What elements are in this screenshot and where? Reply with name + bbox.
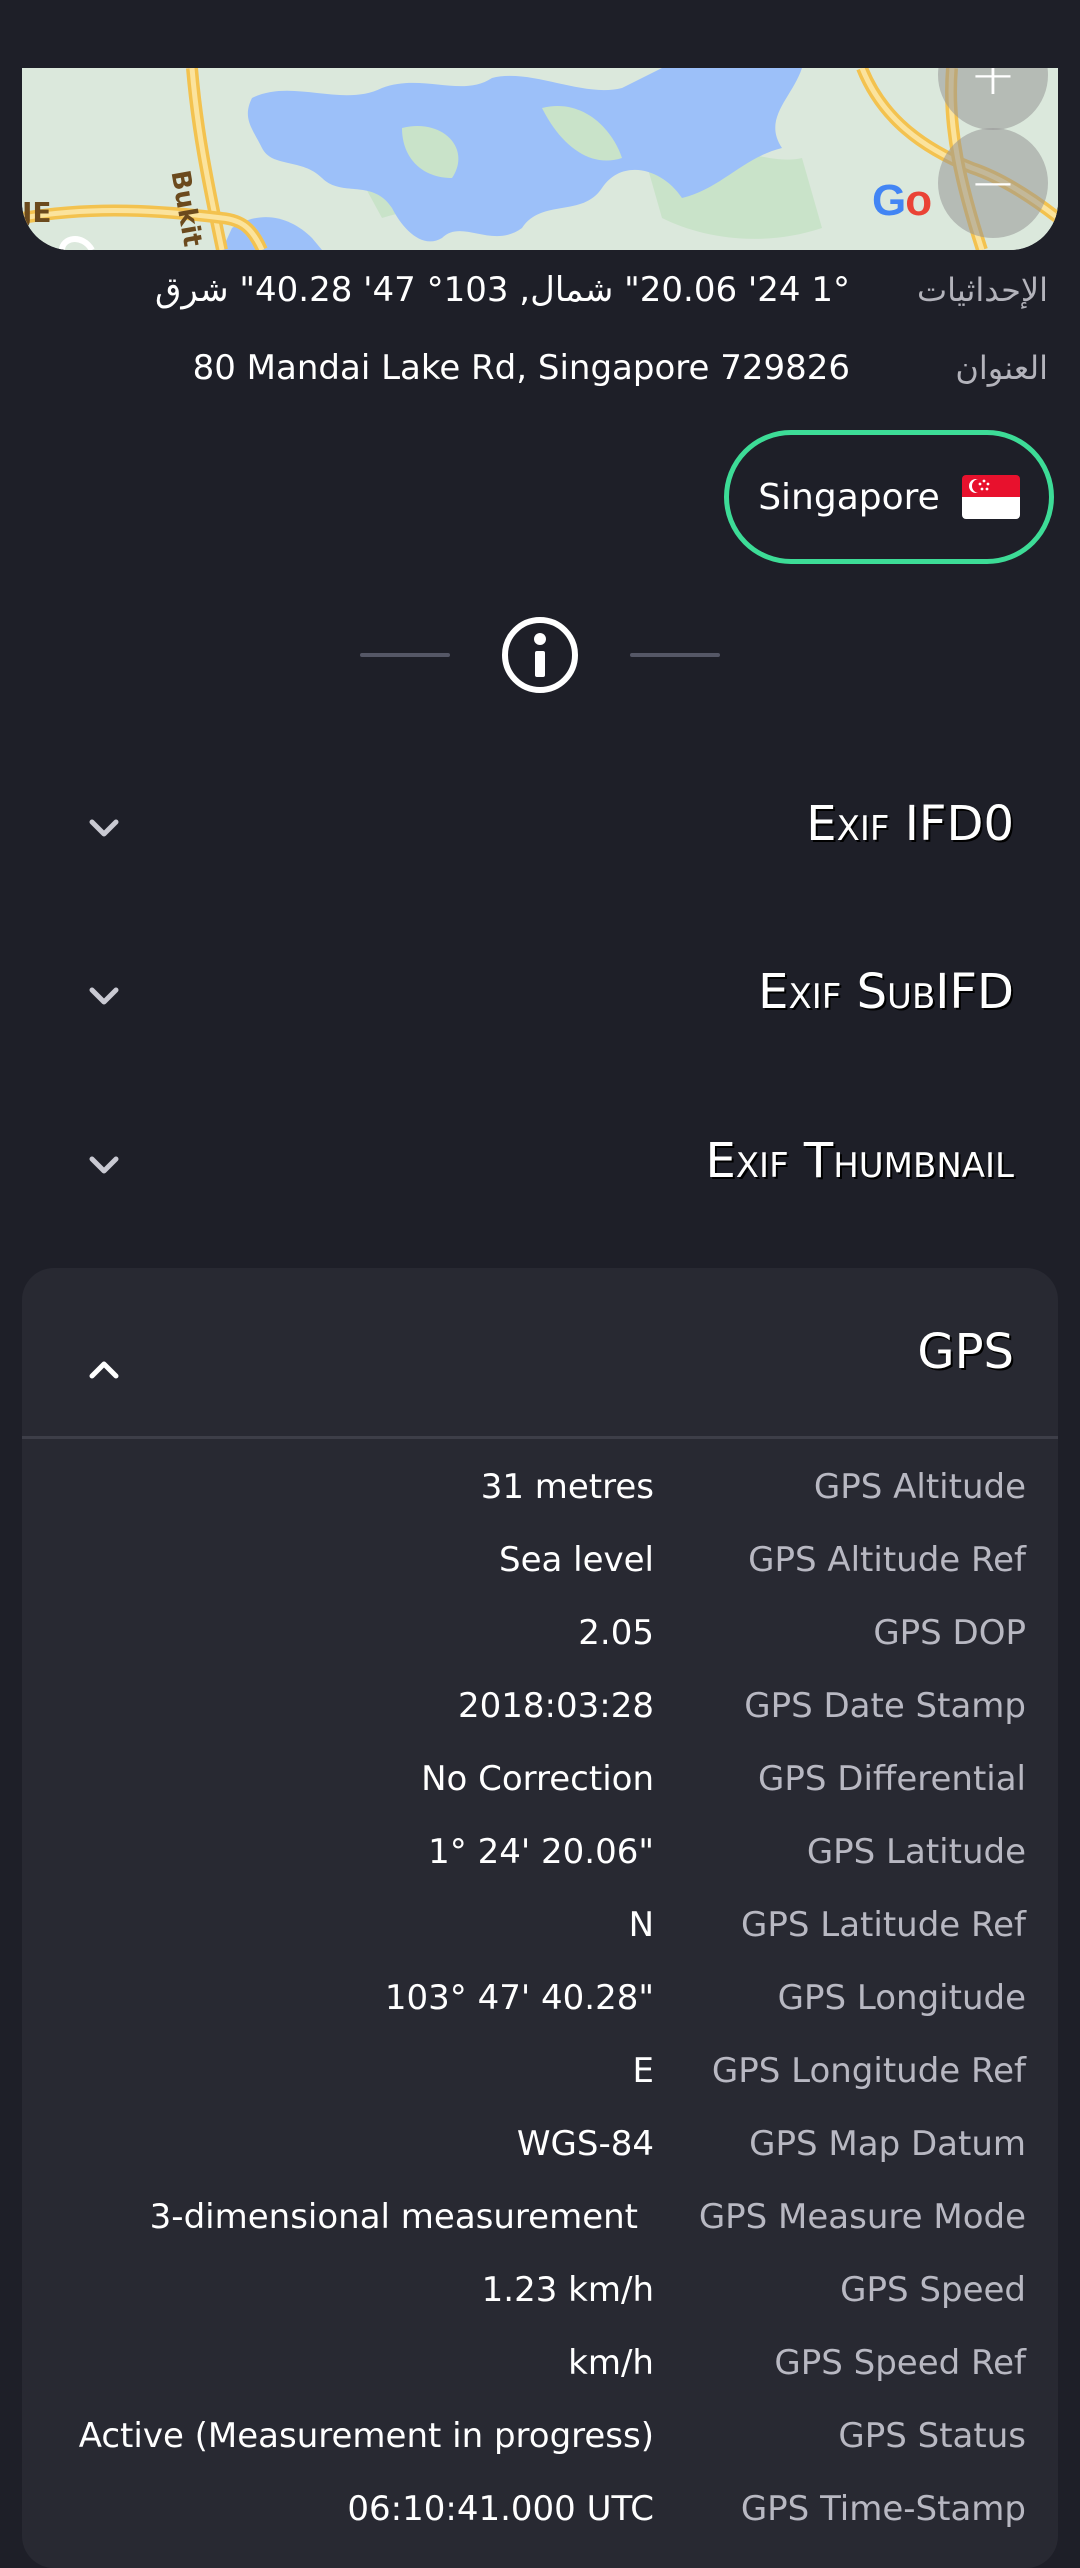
section-title: Exif Thumbnail bbox=[697, 1133, 1022, 1189]
gps-row: GPS Latitude Ref N bbox=[22, 1889, 1058, 1962]
chevron-down-icon bbox=[89, 987, 119, 1005]
gps-key: GPS Longitude bbox=[777, 1978, 1026, 2018]
gps-row: GPS Speed Ref km/h bbox=[22, 2327, 1058, 2400]
gps-key: GPS Speed bbox=[840, 2270, 1026, 2310]
gps-row: GPS Map Datum WGS-84 bbox=[22, 2108, 1058, 2181]
gps-key: GPS Date Stamp bbox=[744, 1686, 1026, 1726]
gps-value[interactable]: 103° 47' 40.28" bbox=[385, 1962, 654, 2035]
gps-row: GPS Time-Stamp 06:10:41.000 UTC bbox=[22, 2473, 1058, 2546]
gps-divider bbox=[22, 1436, 1058, 1439]
gps-row: GPS Date Stamp 2018:03:28 bbox=[22, 1670, 1058, 1743]
gps-value[interactable]: 1° 24' 20.06" bbox=[428, 1816, 654, 1889]
gps-key: GPS Measure Mode bbox=[698, 2197, 1026, 2237]
country-chip[interactable]: Singapore bbox=[724, 430, 1054, 564]
country-name: Singapore bbox=[758, 476, 940, 518]
gps-value[interactable]: No Correction bbox=[421, 1743, 654, 1816]
gps-value[interactable]: 06:10:41.000 UTC bbox=[347, 2473, 654, 2546]
gps-value[interactable]: E bbox=[633, 2035, 654, 2108]
gps-key: GPS Time-Stamp bbox=[740, 2489, 1026, 2529]
gps-key: GPS Status bbox=[838, 2416, 1026, 2456]
chevron-down-icon bbox=[89, 1156, 119, 1174]
gps-row: GPS Speed 1.23 km/h bbox=[22, 2254, 1058, 2327]
location-map[interactable]: Bukit JE Go + − bbox=[22, 68, 1058, 250]
gps-header[interactable]: GPS bbox=[22, 1268, 1058, 1436]
gps-row: GPS Altitude 31 metres bbox=[22, 1451, 1058, 1524]
section-exif-thumbnail[interactable]: Exif Thumbnail bbox=[22, 1083, 1058, 1251]
chevron-down-icon bbox=[89, 819, 119, 837]
gps-row: GPS Altitude Ref Sea level bbox=[22, 1524, 1058, 1597]
gps-key: GPS DOP bbox=[873, 1613, 1026, 1653]
gps-row: GPS DOP 2.05 bbox=[22, 1597, 1058, 1670]
singapore-flag-icon bbox=[961, 475, 1020, 519]
address-row: العنوان 80 Mandai Lake Rd, Singapore 729… bbox=[0, 336, 1080, 400]
zoom-out-button[interactable]: − bbox=[938, 128, 1048, 238]
gps-value[interactable]: 1.23 km/h bbox=[482, 2254, 654, 2327]
gps-row: GPS Latitude 1° 24' 20.06" bbox=[22, 1816, 1058, 1889]
section-title: GPS bbox=[909, 1324, 1022, 1380]
coordinates-label: الإحداثيات bbox=[916, 271, 1048, 309]
gps-value[interactable]: km/h bbox=[568, 2327, 654, 2400]
map-logo: Go bbox=[872, 176, 932, 225]
coordinates-value[interactable]: 1° 24' 20.06" شمال, 103° 47' 40.28" شرق bbox=[155, 258, 850, 322]
gps-value[interactable]: 3-dimensional measurement bbox=[150, 2181, 638, 2254]
address-label: العنوان bbox=[955, 349, 1048, 387]
gps-key: GPS Map Datum bbox=[749, 2124, 1026, 2164]
gps-key: GPS Differential bbox=[758, 1759, 1026, 1799]
section-gps: GPS GPS Altitude 31 metres GPS Altitude … bbox=[22, 1268, 1058, 2568]
gps-key: GPS Latitude Ref bbox=[741, 1905, 1026, 1945]
coordinates-row: الإحداثيات 1° 24' 20.06" شمال, 103° 47' … bbox=[0, 258, 1080, 322]
address-value[interactable]: 80 Mandai Lake Rd, Singapore 729826 bbox=[193, 336, 850, 400]
chevron-up-icon bbox=[89, 1361, 119, 1379]
info-icon[interactable] bbox=[502, 617, 578, 693]
gps-key: GPS Altitude bbox=[813, 1467, 1026, 1507]
gps-row: GPS Longitude 103° 47' 40.28" bbox=[22, 1962, 1058, 2035]
gps-value[interactable]: Active (Measurement in progress) bbox=[79, 2400, 654, 2473]
gps-key: GPS Speed Ref bbox=[774, 2343, 1026, 2383]
section-exif-subifd[interactable]: Exif SubIFD bbox=[22, 914, 1058, 1082]
gps-row: GPS Differential No Correction bbox=[22, 1743, 1058, 1816]
gps-value[interactable]: 31 metres bbox=[481, 1451, 654, 1524]
gps-row: GPS Longitude Ref E bbox=[22, 2035, 1058, 2108]
gps-value[interactable]: 2.05 bbox=[578, 1597, 654, 1670]
gps-value[interactable]: Sea level bbox=[499, 1524, 654, 1597]
gps-key: GPS Altitude Ref bbox=[748, 1540, 1026, 1580]
section-title: Exif SubIFD bbox=[750, 964, 1022, 1020]
gps-row: GPS Status Active (Measurement in progre… bbox=[22, 2400, 1058, 2473]
section-title: Exif IFD0 bbox=[798, 796, 1022, 852]
gps-row: GPS Measure Mode 3-dimensional measureme… bbox=[22, 2181, 1058, 2254]
map-road-label: JE bbox=[22, 196, 52, 229]
gps-value[interactable]: 2018:03:28 bbox=[458, 1670, 654, 1743]
gps-key: GPS Longitude Ref bbox=[711, 2051, 1026, 2091]
gps-key: GPS Latitude bbox=[806, 1832, 1026, 1872]
divider-right bbox=[630, 653, 720, 657]
divider-left bbox=[360, 653, 450, 657]
gps-value[interactable]: N bbox=[629, 1889, 654, 1962]
gps-value[interactable]: WGS-84 bbox=[517, 2108, 654, 2181]
section-exif-ifd0[interactable]: Exif IFD0 bbox=[22, 746, 1058, 914]
